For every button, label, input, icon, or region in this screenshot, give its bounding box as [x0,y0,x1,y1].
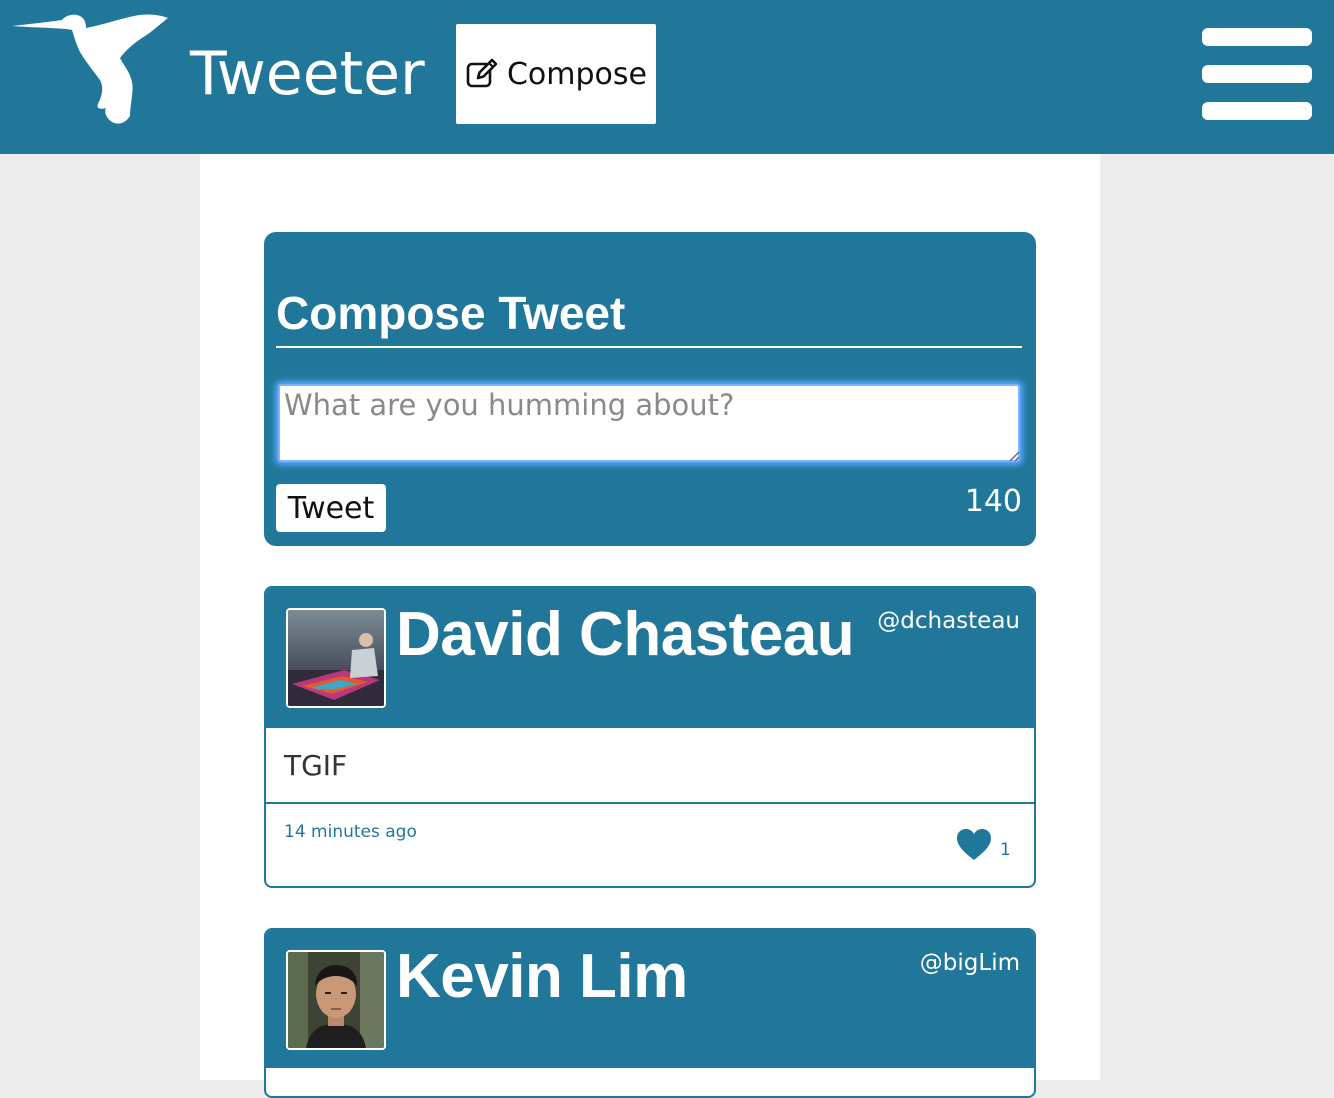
tweet-card: David Chasteau @dchasteau TGIF 14 minute… [264,586,1036,888]
tweet-timestamp: 14 minutes ago [284,822,417,842]
brand-title[interactable]: Tweeter [190,38,425,110]
main-container: Compose Tweet Tweet 140 [200,154,1100,1098]
menu-bar [1202,65,1312,83]
menu-bar [1202,102,1312,120]
resize-handle-icon[interactable] [1008,450,1020,462]
compose-toggle-button[interactable]: Compose [456,24,656,124]
avatar [286,608,386,708]
tweet-author-name: David Chasteau [396,600,855,669]
tweet-content: TGIF [284,749,348,782]
hummingbird-icon [12,14,168,124]
char-counter: 140 [964,484,1022,519]
tweet-body: TGIF [266,726,1034,804]
avatar-photo [288,952,384,1048]
tweet-author-name: Kevin Lim [396,942,688,1011]
top-nav: Tweeter Compose [0,0,1334,154]
like-count: 1 [1000,840,1011,860]
avatar [286,950,386,1050]
tweet-card: Kevin Lim @bigLim [264,928,1036,1098]
compose-button-label: Compose [506,56,647,92]
tweet-submit-button[interactable]: Tweet [276,484,386,532]
tweet-header: Kevin Lim @bigLim [266,930,1034,1068]
heart-icon[interactable] [956,828,992,862]
tweet-footer: 14 minutes ago 1 [266,804,1034,886]
compose-tweet-panel: Compose Tweet Tweet 140 [264,232,1036,546]
edit-icon [466,58,498,88]
avatar-photo [288,610,384,706]
tweet-header: David Chasteau @dchasteau [266,588,1034,726]
hamburger-menu-icon[interactable] [1202,28,1312,120]
tweet-text-input[interactable] [278,384,1020,462]
tweet-author-handle: @bigLim [919,950,1020,976]
menu-bar [1202,28,1312,46]
tweet-author-handle: @dchasteau [877,608,1020,634]
compose-title: Compose Tweet [276,282,1022,348]
